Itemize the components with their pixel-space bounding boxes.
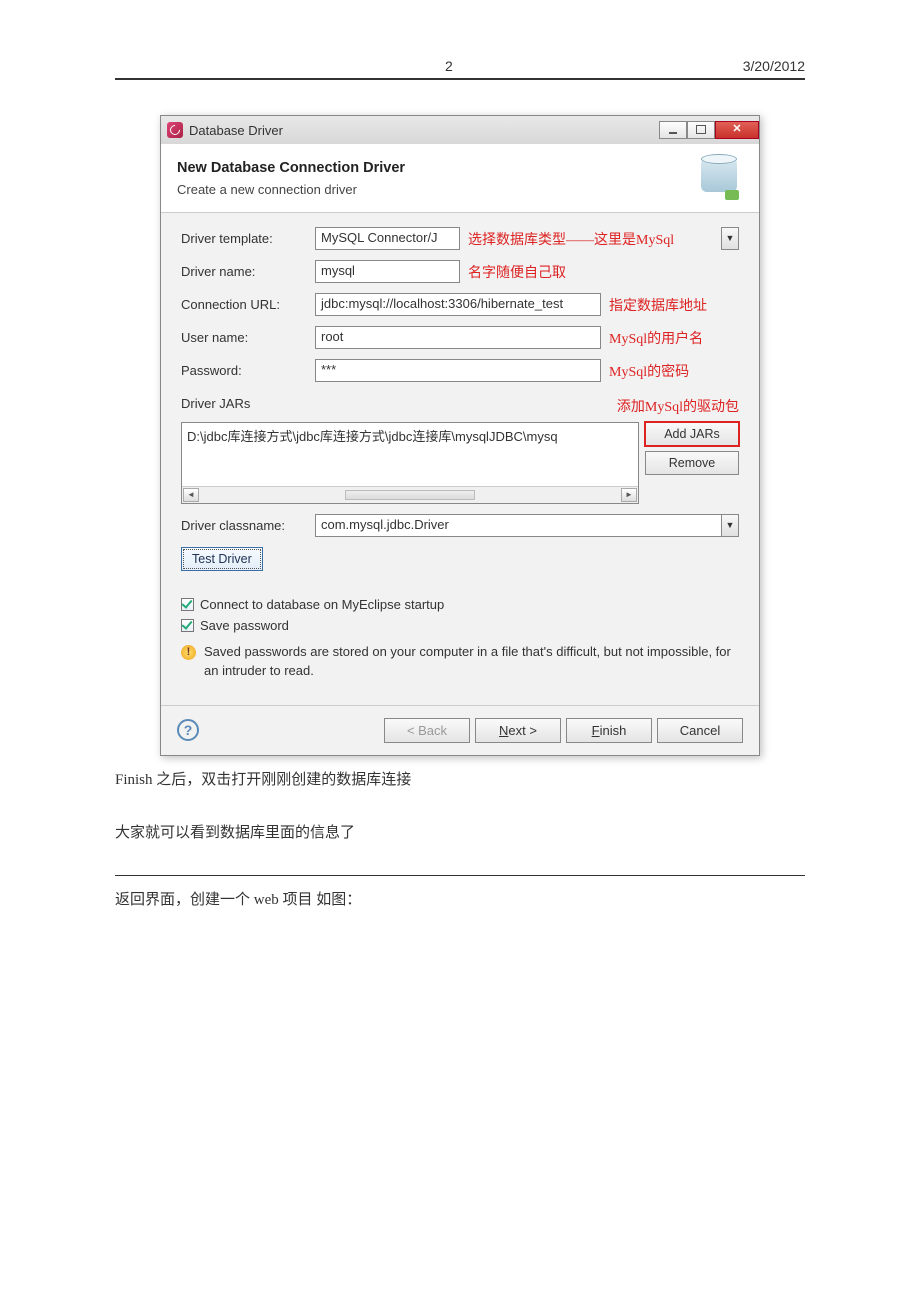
save-password-checkbox[interactable] <box>181 619 194 632</box>
doc-line-1: Finish 之后，双击打开刚刚创建的数据库连接 <box>115 768 805 794</box>
chevron-down-icon[interactable]: ▼ <box>721 227 739 250</box>
database-icon <box>695 156 743 200</box>
page-date: 3/20/2012 <box>743 58 805 74</box>
app-icon <box>167 122 183 138</box>
divider <box>115 875 805 876</box>
scroll-right-icon[interactable]: ► <box>621 488 637 502</box>
driver-template-combo[interactable]: MySQL Connector/J <box>315 227 460 250</box>
driver-name-label: Driver name: <box>181 264 315 279</box>
save-password-label: Save password <box>200 618 289 633</box>
horizontal-scrollbar[interactable]: ◄ ► <box>182 486 638 503</box>
chevron-down-icon[interactable]: ▼ <box>721 514 739 537</box>
next-button[interactable]: Next > <box>475 718 561 743</box>
driver-jars-label: Driver JARs <box>181 396 250 416</box>
page-number: 2 <box>445 58 453 74</box>
driver-jars-list[interactable]: D:\jdbc库连接方式\jdbc库连接方式\jdbc连接库\mysqlJDBC… <box>181 422 639 504</box>
user-note: MySql的用户名 <box>609 328 703 348</box>
connection-url-label: Connection URL: <box>181 297 315 312</box>
maximize-button[interactable] <box>687 121 715 139</box>
help-icon[interactable]: ? <box>177 719 199 741</box>
username-input[interactable]: root <box>315 326 601 349</box>
banner: New Database Connection Driver Create a … <box>161 144 759 213</box>
driver-template-label: Driver template: <box>181 231 315 246</box>
connect-on-startup-checkbox[interactable] <box>181 598 194 611</box>
finish-button[interactable]: Finish <box>566 718 652 743</box>
password-warning-text: Saved passwords are stored on your compu… <box>204 643 739 681</box>
banner-title: New Database Connection Driver <box>177 160 405 176</box>
pass-note: MySql的密码 <box>609 361 689 381</box>
doc-line-3: 返回界面，创建一个 web 项目 如图： <box>115 888 805 914</box>
test-driver-button[interactable]: Test Driver <box>181 547 263 571</box>
doc-line-2: 大家就可以看到数据库里面的信息了 <box>115 821 805 847</box>
name-note: 名字随便自己取 <box>468 262 566 282</box>
window-title: Database Driver <box>189 123 659 138</box>
driver-name-input[interactable]: mysql <box>315 260 460 283</box>
driver-classname-label: Driver classname: <box>181 518 315 533</box>
remove-jar-button[interactable]: Remove <box>645 451 739 475</box>
banner-subtitle: Create a new connection driver <box>177 182 405 197</box>
titlebar: Database Driver <box>161 116 759 144</box>
close-button[interactable] <box>715 121 759 139</box>
jar-path-item[interactable]: D:\jdbc库连接方式\jdbc库连接方式\jdbc连接库\mysqlJDBC… <box>187 426 633 445</box>
connect-on-startup-label: Connect to database on MyEclipse startup <box>200 597 444 612</box>
connection-url-input[interactable]: jdbc:mysql://localhost:3306/hibernate_te… <box>315 293 601 316</box>
password-input[interactable]: *** <box>315 359 601 382</box>
add-jars-button[interactable]: Add JARs <box>645 422 739 446</box>
url-note: 指定数据库地址 <box>609 295 707 315</box>
back-button[interactable]: < Back <box>384 718 470 743</box>
minimize-button[interactable] <box>659 121 687 139</box>
template-note: 选择数据库类型——这里是MySql <box>468 229 674 249</box>
driver-classname-combo[interactable]: com.mysql.jdbc.Driver <box>315 514 722 537</box>
cancel-button[interactable]: Cancel <box>657 718 743 743</box>
warning-icon <box>181 645 196 660</box>
jars-note: 添加MySql的驱动包 <box>617 396 739 416</box>
password-label: Password: <box>181 363 315 378</box>
username-label: User name: <box>181 330 315 345</box>
database-driver-dialog: Database Driver New Database Connection … <box>160 115 760 756</box>
scroll-left-icon[interactable]: ◄ <box>183 488 199 502</box>
